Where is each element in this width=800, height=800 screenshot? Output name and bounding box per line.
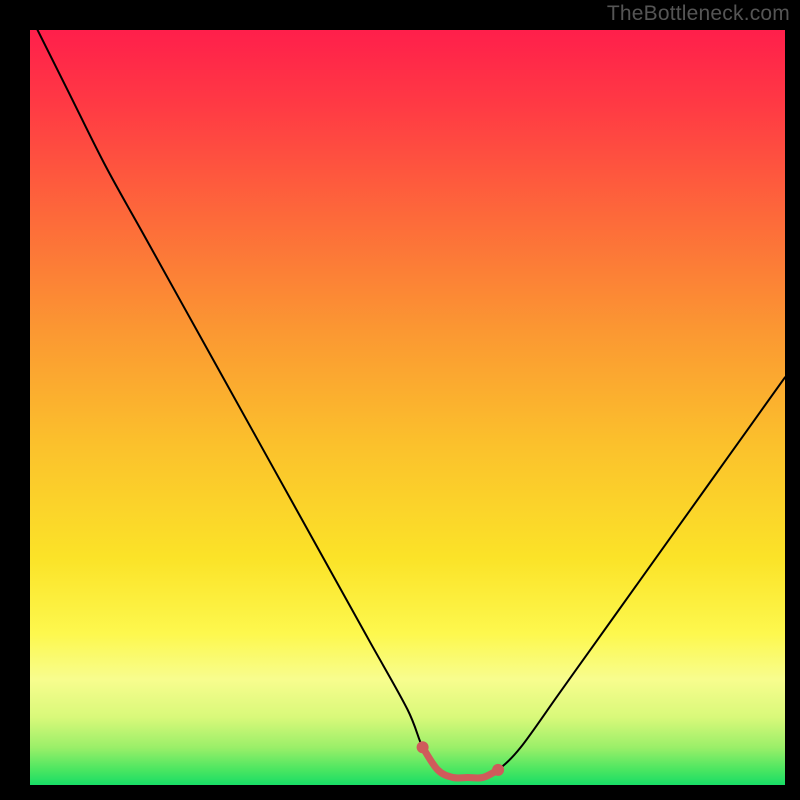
plot-area	[30, 30, 785, 785]
highlight-dot	[417, 741, 429, 753]
chart-frame: TheBottleneck.com	[0, 0, 800, 800]
bottleneck-chart	[30, 30, 785, 785]
watermark-text: TheBottleneck.com	[607, 2, 790, 26]
highlight-dot	[492, 764, 504, 776]
gradient-background	[30, 30, 785, 785]
